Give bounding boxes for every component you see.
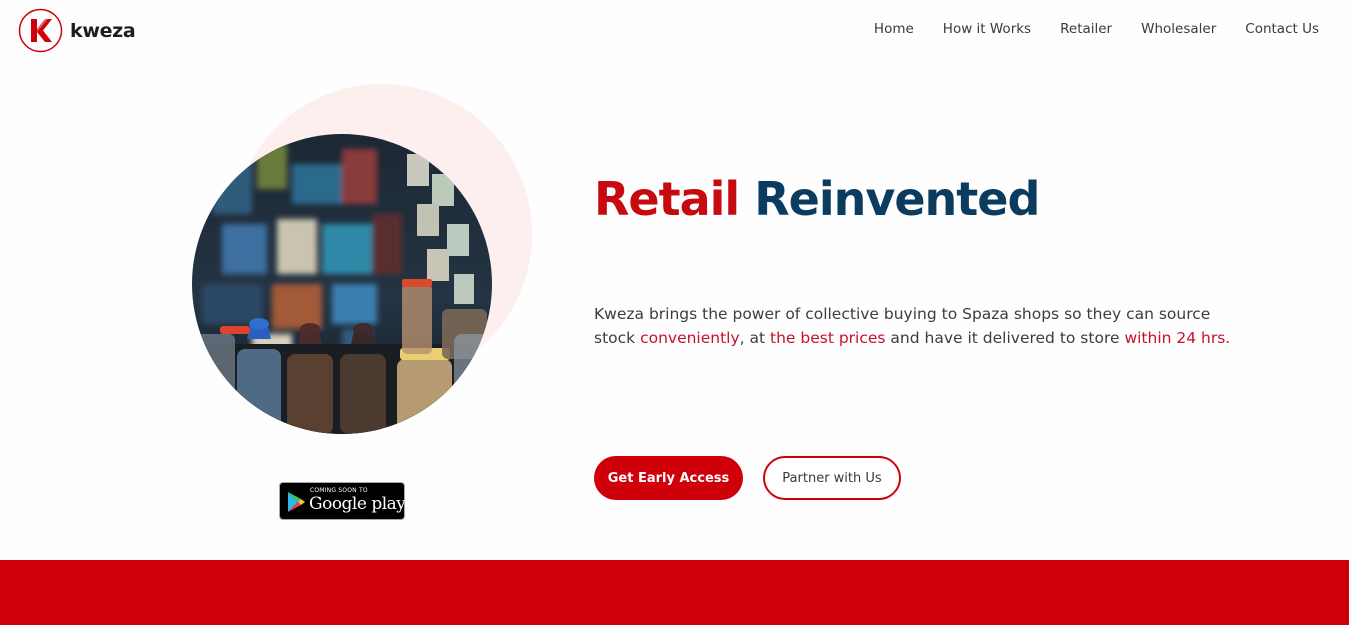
get-early-access-button[interactable]: Get Early Access (594, 456, 743, 500)
kweza-k-logo-icon (18, 8, 63, 53)
headline-reinvented: Reinvented (754, 172, 1040, 226)
hero-description: Kweza brings the power of collective buy… (594, 302, 1234, 350)
headline-retail: Retail (594, 172, 740, 226)
desc-highlight-conveniently: conveniently (640, 329, 740, 347)
nav-wholesaler[interactable]: Wholesaler (1141, 21, 1216, 37)
brand-name: kweza (70, 19, 136, 42)
desc-text-3: and have it delivered to store (885, 329, 1125, 347)
google-play-icon (288, 492, 305, 512)
desc-highlight-24-hrs: within 24 hrs. (1124, 329, 1231, 347)
badge-coming-soon-text: COMING SOON TO (310, 487, 368, 494)
desc-highlight-best-prices: the best prices (770, 329, 886, 347)
spaza-shop-jars-photo-icon (192, 134, 492, 434)
partner-with-us-button[interactable]: Partner with Us (763, 456, 901, 500)
badge-google-play-text: Google play (309, 494, 406, 514)
google-play-badge[interactable]: COMING SOON TO Google play (279, 482, 406, 520)
hero-headline: Retail Reinvented (594, 172, 1040, 226)
footer-red-band (0, 560, 1349, 625)
hero-photo (192, 134, 492, 434)
logo[interactable]: kweza (18, 8, 136, 53)
nav-how-it-works[interactable]: How it Works (943, 21, 1031, 37)
nav-home[interactable]: Home (874, 21, 914, 37)
desc-text-2: , at (739, 329, 771, 347)
nav-contact-us[interactable]: Contact Us (1245, 21, 1319, 37)
navbar: kweza Home How it Works Retailer Wholesa… (0, 0, 1349, 62)
nav-retailer[interactable]: Retailer (1060, 21, 1112, 37)
nav-links: Home How it Works Retailer Wholesaler Co… (845, 21, 1319, 37)
